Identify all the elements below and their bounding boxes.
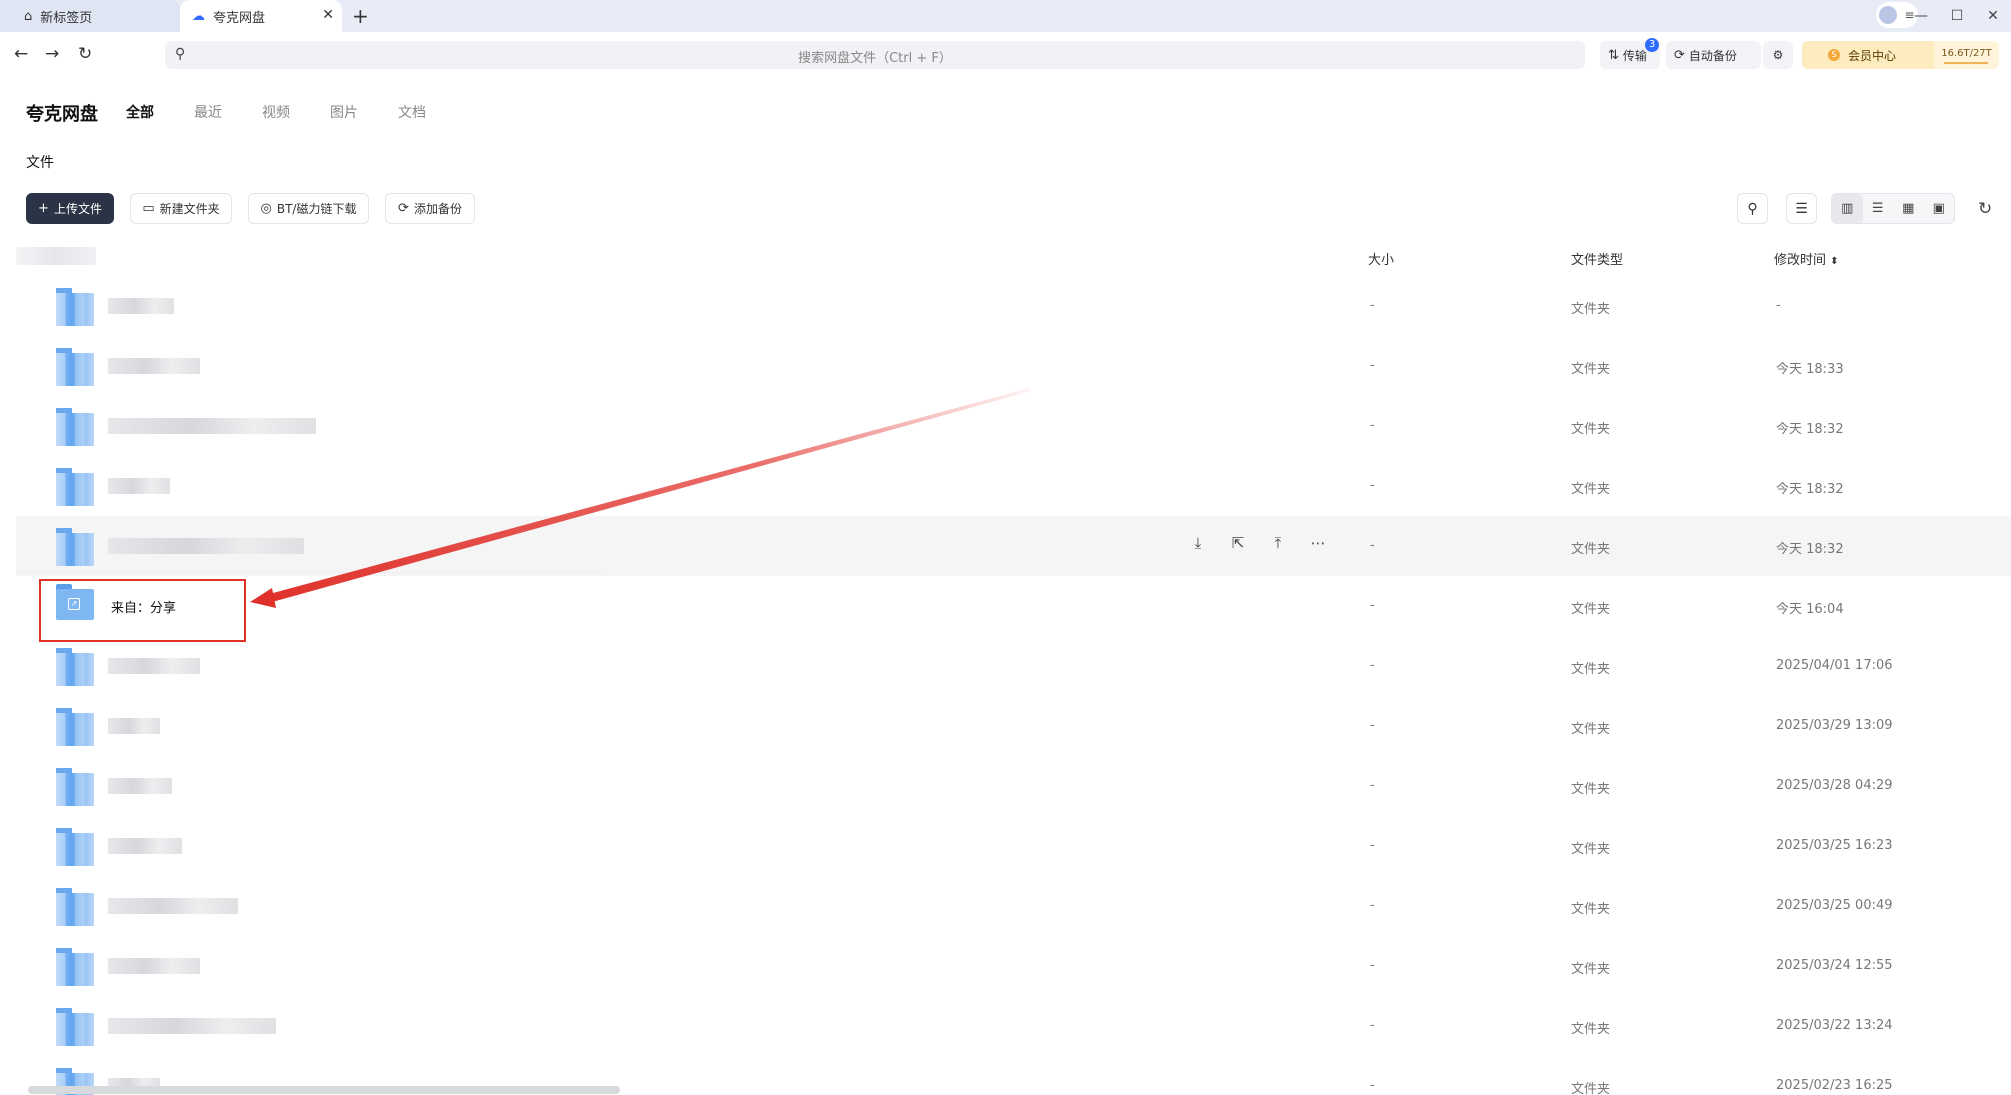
horizontal-scrollbar[interactable]	[28, 1086, 620, 1094]
annotation-arrow	[250, 388, 1031, 608]
